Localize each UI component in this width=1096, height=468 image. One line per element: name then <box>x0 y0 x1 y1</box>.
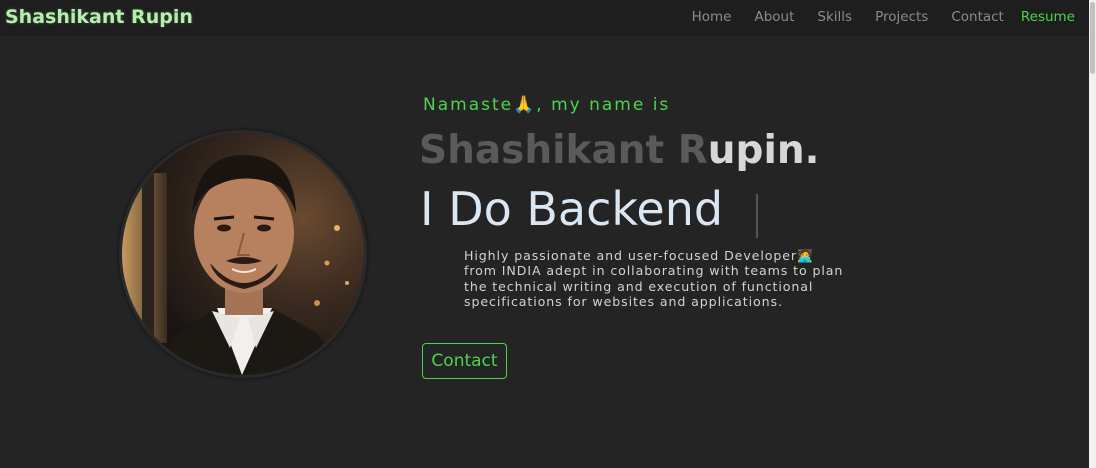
nav-link-skills[interactable]: Skills <box>817 9 852 25</box>
typing-tagline: I Do Backend <box>420 182 724 236</box>
scrollbar[interactable] <box>1089 0 1096 468</box>
scrollbar-thumb[interactable] <box>1090 2 1095 74</box>
nav-links: Home About Skills Projects Contact Resum… <box>669 9 1075 25</box>
hero-description: Highly passionate and user-focused Devel… <box>464 248 844 309</box>
nav-link-contact[interactable]: Contact <box>951 9 1004 25</box>
typing-cursor <box>756 194 758 238</box>
nav-link-home[interactable]: Home <box>692 9 732 25</box>
profile-photo-illustration <box>122 133 364 375</box>
hero-name: Shashikant Rupin. <box>419 128 819 173</box>
nav-link-about[interactable]: About <box>754 9 794 25</box>
hero-name-lit: upin. <box>707 128 820 173</box>
brand-logo[interactable]: Shashikant Rupin <box>5 6 193 28</box>
nav-link-projects[interactable]: Projects <box>875 9 928 25</box>
greeting-text: Namaste🙏, my name is <box>423 95 671 115</box>
hero-name-dim: Shashikant R <box>419 128 708 173</box>
contact-button[interactable]: Contact <box>422 343 507 379</box>
navbar: Shashikant Rupin Home About Skills Proje… <box>0 0 1096 36</box>
nav-link-resume[interactable]: Resume <box>1021 9 1075 25</box>
profile-photo <box>119 130 367 378</box>
